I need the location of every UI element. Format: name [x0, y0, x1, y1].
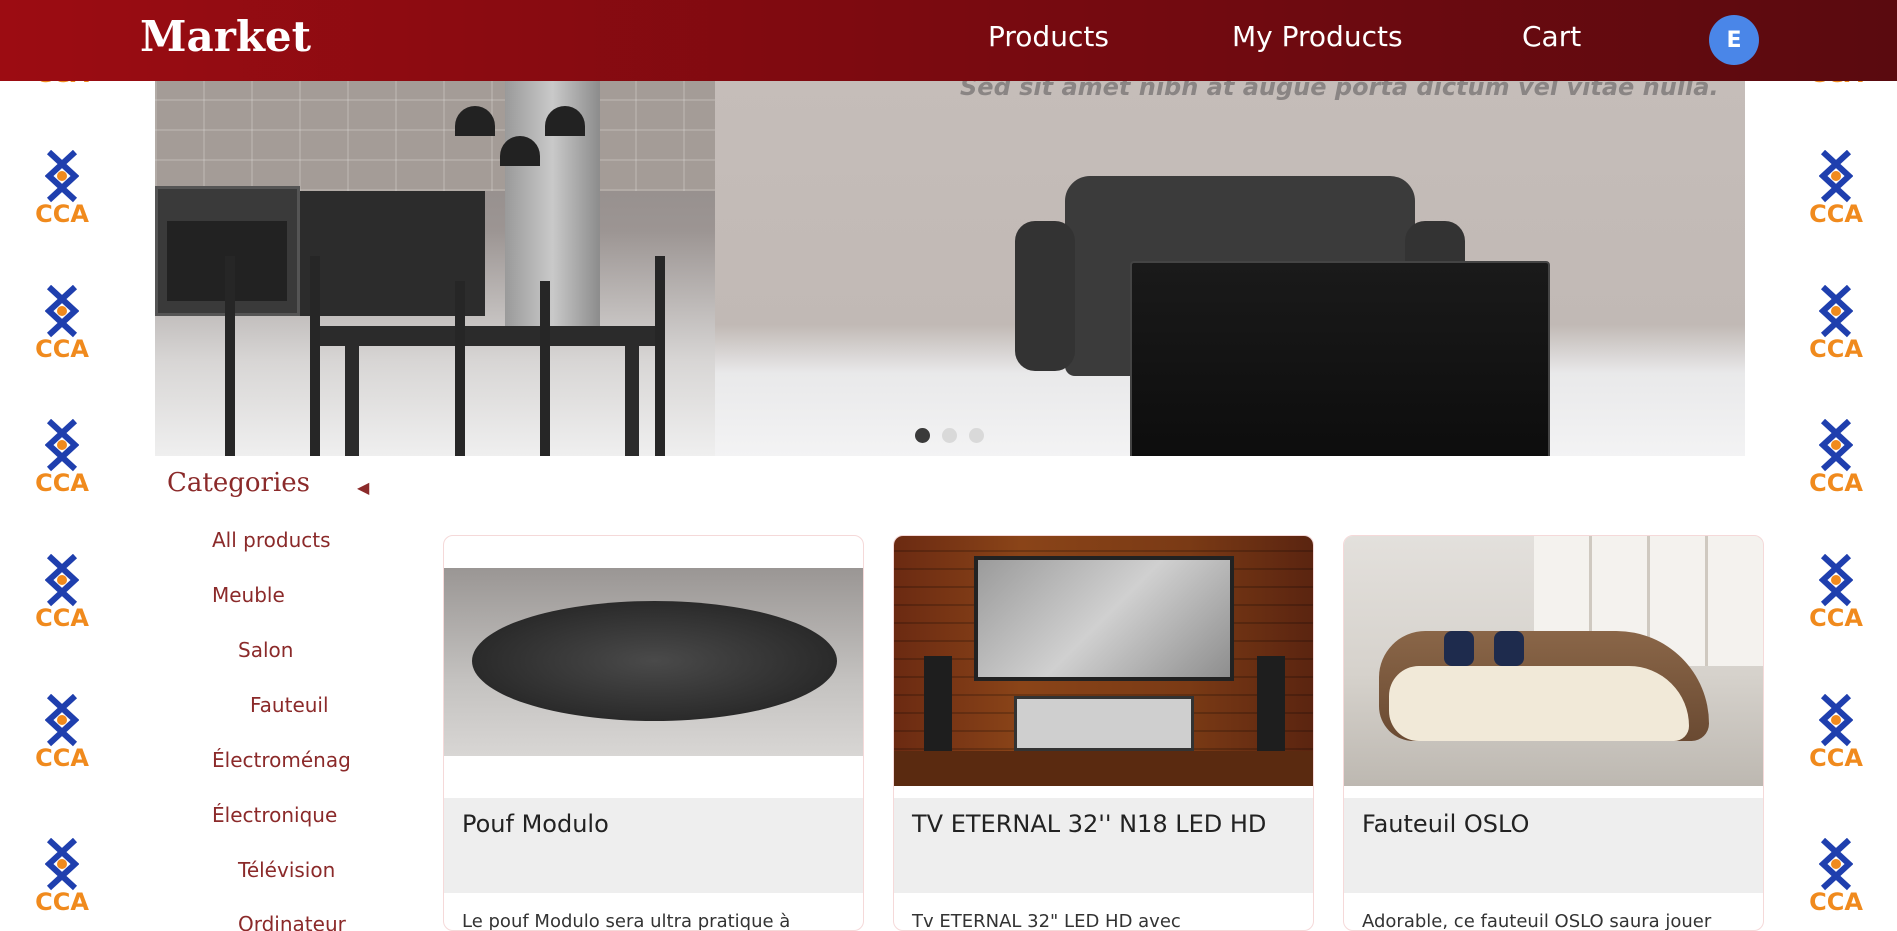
- carousel-dot[interactable]: [969, 428, 984, 443]
- category-fauteuil[interactable]: Fauteuil: [250, 693, 329, 717]
- product-image[interactable]: [1344, 536, 1763, 786]
- right-logo-column: CCA CCA CCA CCA CCA CCA CCA: [1786, 60, 1886, 931]
- chevron-left-icon[interactable]: ◀: [357, 478, 369, 497]
- tv-display: [1130, 261, 1550, 456]
- product-title[interactable]: Pouf Modulo: [462, 810, 609, 838]
- pouf-shape: [472, 601, 837, 721]
- page: CCA CCA CCA CCA CCA CCA CCA CCA CCA CCA …: [0, 0, 1897, 931]
- cca-logo: CCA: [12, 285, 112, 395]
- category-electronique[interactable]: Électronique: [212, 803, 337, 827]
- floor: [894, 751, 1313, 786]
- cca-logo-icon: [1819, 554, 1853, 607]
- cca-logo: CCA: [12, 419, 112, 529]
- cca-logo-icon: [1819, 285, 1853, 338]
- nav-products[interactable]: Products: [988, 20, 1109, 53]
- product-title-bar: Pouf Modulo: [444, 798, 863, 893]
- product-description: Tv ETERNAL 32" LED HD avec: [912, 911, 1181, 931]
- cca-logo-icon: [45, 838, 79, 891]
- product-image[interactable]: [894, 536, 1313, 786]
- cca-logo: CCA: [12, 554, 112, 664]
- cca-logo-icon: [1819, 419, 1853, 472]
- product-title[interactable]: Fauteuil OSLO: [1362, 810, 1529, 838]
- product-card[interactable]: Fauteuil OSLO Adorable, ce fauteuil OSLO…: [1343, 535, 1764, 931]
- product-title[interactable]: TV ETERNAL 32'' N18 LED HD: [912, 810, 1266, 838]
- chair: [455, 281, 550, 456]
- cushion: [1494, 631, 1524, 666]
- sofa-seat: [1389, 666, 1689, 741]
- nav-cart[interactable]: Cart: [1522, 20, 1581, 53]
- cca-logo-icon: [1819, 694, 1853, 747]
- cca-logo: CCA: [12, 838, 112, 931]
- categories-title: Categories: [167, 468, 310, 498]
- table-leg: [625, 346, 639, 456]
- cca-logo-icon: [45, 554, 79, 607]
- cca-logo-icon: [45, 694, 79, 747]
- category-television[interactable]: Télévision: [238, 858, 335, 882]
- user-avatar[interactable]: E: [1709, 15, 1759, 65]
- carousel-caption: Sed sit amet nibh at augue porta dictum …: [960, 81, 1719, 101]
- cca-logo: CCA: [1786, 694, 1886, 804]
- category-meuble[interactable]: Meuble: [212, 583, 285, 607]
- product-title-bar: Fauteuil OSLO: [1344, 798, 1763, 893]
- top-navbar: Market Products My Products Cart E: [0, 0, 1897, 81]
- category-electromenager[interactable]: Électroménag: [212, 748, 351, 772]
- nav-my-products[interactable]: My Products: [1232, 20, 1403, 53]
- cushion: [1444, 631, 1474, 666]
- cca-logo: CCA: [12, 150, 112, 260]
- category-ordinateur[interactable]: Ordinateur: [238, 912, 346, 931]
- product-image[interactable]: [444, 536, 863, 786]
- hero-carousel[interactable]: Sed sit amet nibh at augue porta dictum …: [155, 81, 1745, 456]
- cca-logo: CCA: [1786, 419, 1886, 529]
- kitchen-scene: [155, 81, 750, 456]
- cca-logo-icon: [45, 150, 79, 203]
- wall-tiles: [155, 81, 715, 191]
- product-card[interactable]: TV ETERNAL 32'' N18 LED HD Tv ETERNAL 32…: [893, 535, 1314, 931]
- cca-logo-icon: [45, 419, 79, 472]
- sofa-arm: [1015, 221, 1075, 371]
- product-title-bar: TV ETERNAL 32'' N18 LED HD: [894, 798, 1313, 893]
- carousel-dot[interactable]: [915, 428, 930, 443]
- tv-stand: [1014, 696, 1194, 751]
- product-description: Le pouf Modulo sera ultra pratique à: [462, 911, 791, 931]
- product-card[interactable]: Pouf Modulo Le pouf Modulo sera ultra pr…: [443, 535, 864, 931]
- category-all-products[interactable]: All products: [212, 528, 331, 552]
- brand-logo[interactable]: Market: [140, 12, 311, 61]
- cca-logo: CCA: [1786, 838, 1886, 931]
- cca-logo-icon: [45, 285, 79, 338]
- cca-logo: CCA: [1786, 285, 1886, 395]
- cca-logo-icon: [1819, 150, 1853, 203]
- speaker: [924, 656, 952, 756]
- cca-logo: CCA: [1786, 150, 1886, 260]
- carousel-dot[interactable]: [942, 428, 957, 443]
- left-logo-column: CCA CCA CCA CCA CCA CCA CCA: [12, 60, 112, 931]
- living-room-scene: [715, 81, 1745, 456]
- cca-logo: CCA: [12, 694, 112, 804]
- cca-logo-icon: [1819, 838, 1853, 891]
- tv-screen: [974, 556, 1234, 681]
- table-leg: [345, 346, 359, 456]
- chair: [225, 256, 320, 456]
- category-salon[interactable]: Salon: [238, 638, 293, 662]
- product-description: Adorable, ce fauteuil OSLO saura jouer: [1362, 911, 1712, 931]
- cca-logo: CCA: [1786, 554, 1886, 664]
- speaker: [1257, 656, 1285, 756]
